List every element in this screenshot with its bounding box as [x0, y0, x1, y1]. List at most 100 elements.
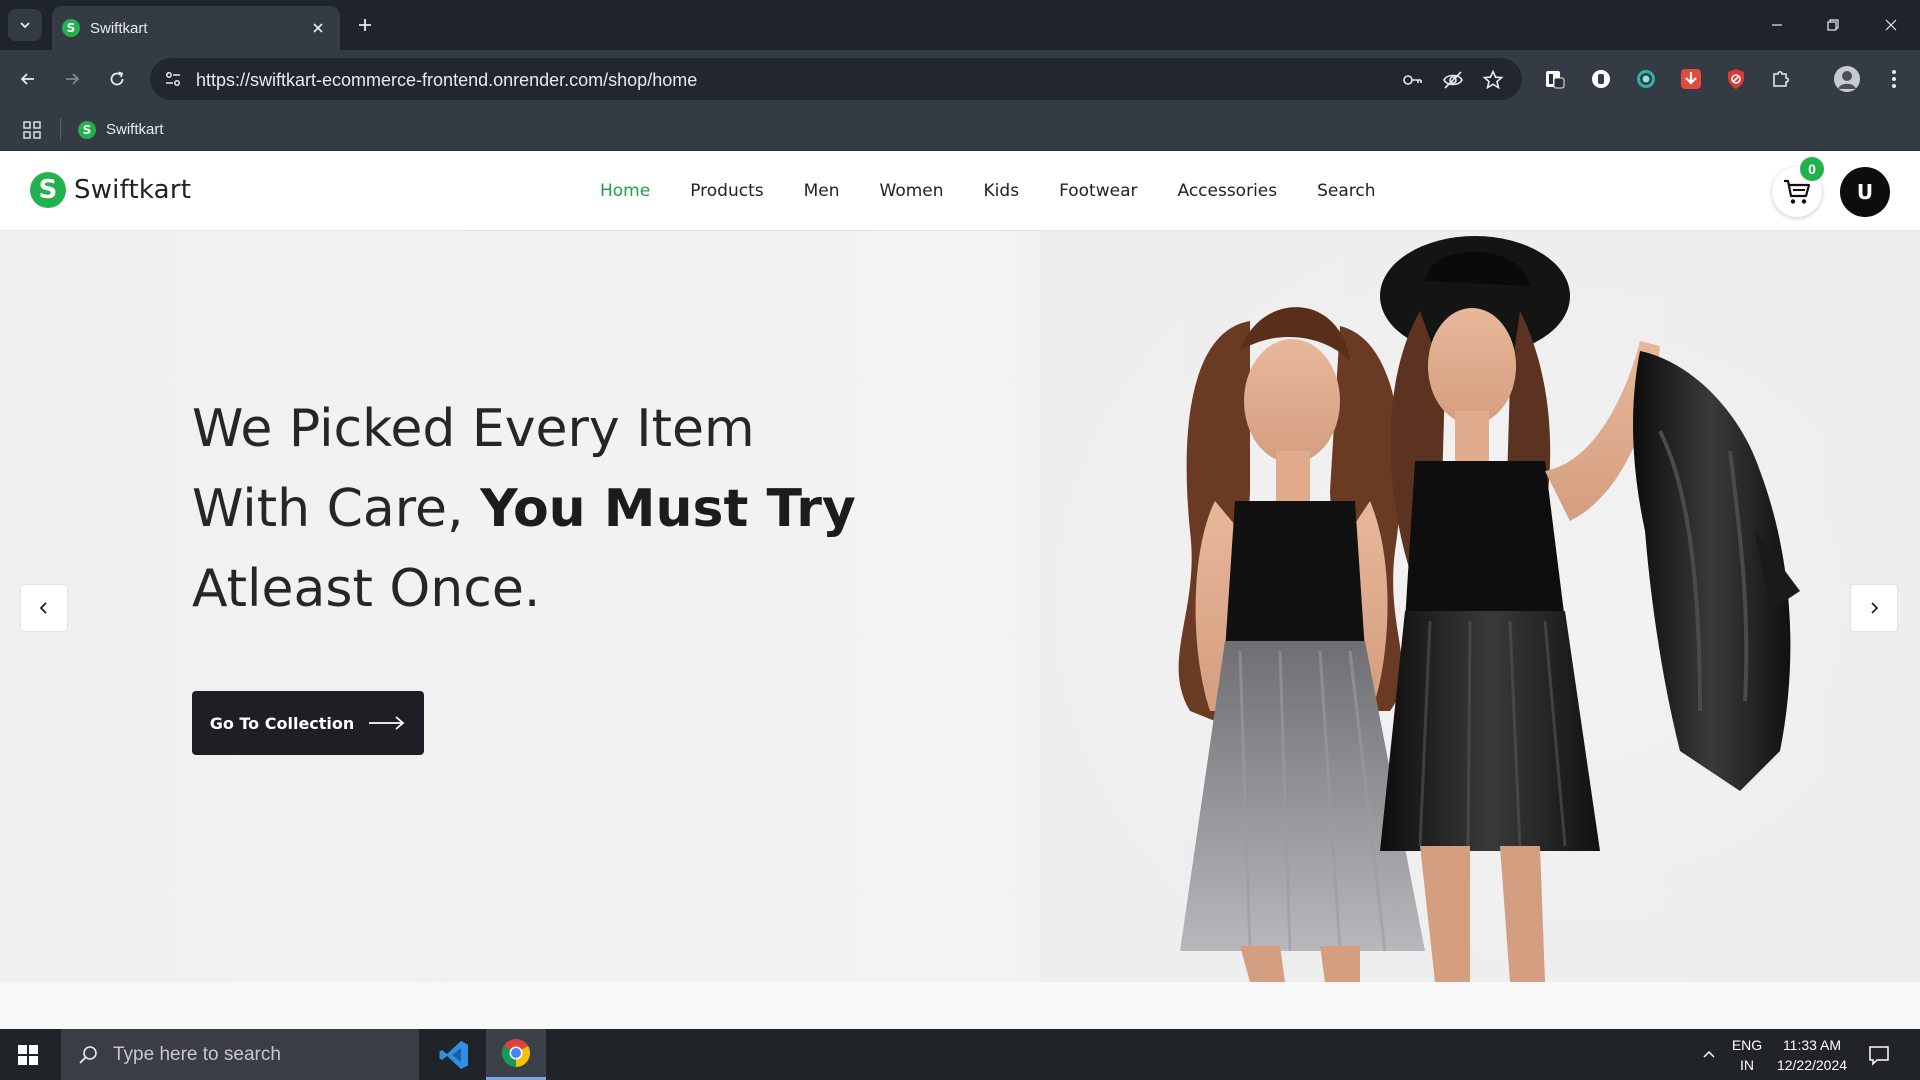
restore-icon [1827, 19, 1839, 31]
nav-link-home[interactable]: Home [600, 181, 650, 201]
reload-icon [110, 71, 124, 86]
close-window-button[interactable] [1878, 12, 1904, 38]
browser-tab-strip: S Swiftkart [0, 0, 1920, 50]
extension-3-button[interactable] [1632, 65, 1660, 93]
swiftkart-favicon: S [78, 120, 96, 139]
taskbar-app-chrome[interactable] [486, 1029, 546, 1080]
search-icon [75, 1042, 101, 1068]
key-icon [1403, 75, 1422, 85]
shield-block-icon [1728, 69, 1744, 89]
target-extension-icon [1637, 70, 1655, 88]
chevron-left-icon [39, 602, 47, 614]
nav-link-footwear[interactable]: Footwear [1059, 181, 1137, 201]
carousel-next-button[interactable] [1850, 584, 1898, 632]
extension-1-button[interactable] [1541, 65, 1569, 93]
hero-heading-line-2-bold: You Must Try [480, 479, 856, 539]
windows-taskbar: Type here to search ENG IN 11:33 AM 12/2… [0, 1029, 1920, 1080]
site-logo[interactable]: S Swiftkart [30, 172, 191, 208]
taskbar-search-placeholder: Type here to search [113, 1043, 281, 1065]
hero-heading-line-2-regular: With Care, [192, 479, 481, 539]
forward-button[interactable] [58, 65, 86, 93]
tracking-protection-button[interactable] [1440, 67, 1466, 93]
nav-link-search[interactable]: Search [1317, 181, 1375, 201]
long-arrow-right-icon [368, 715, 406, 731]
arrow-right-icon [66, 73, 80, 85]
hero-models-image [1040, 231, 1920, 982]
download-extension-icon [1681, 69, 1701, 89]
tune-icon [166, 72, 180, 86]
password-key-button[interactable] [1400, 67, 1426, 93]
clock-time: 11:33 AM [1782, 1037, 1842, 1053]
carousel-prev-button[interactable] [20, 584, 68, 632]
tab-title: Swiftkart [90, 19, 148, 37]
puzzle-icon [1773, 70, 1790, 87]
profile-button[interactable] [1833, 65, 1861, 93]
chevron-down-icon [20, 22, 30, 29]
hero-carousel: We Picked Every Item With Care, You Must… [0, 231, 1920, 982]
vscode-icon [439, 1040, 468, 1069]
chrome-icon [502, 1039, 530, 1067]
taskbar-app-vscode[interactable] [424, 1029, 484, 1080]
minimize-button[interactable] [1764, 12, 1790, 38]
reload-button[interactable] [103, 65, 131, 93]
circle-extension-icon [1592, 70, 1610, 88]
cart-count-badge: 0 [1800, 157, 1824, 181]
bookmark-star-button[interactable] [1480, 67, 1506, 93]
browser-toolbar: https://swiftkart-ecommerce-frontend.onr… [0, 50, 1920, 108]
web-page: S Swiftkart Home Products Men Women Kids… [0, 151, 1920, 1029]
hero-heading-line-3: Atleast Once. [192, 559, 541, 619]
input-language-indicator[interactable]: ENG IN [1730, 1035, 1764, 1075]
extension-adblock-button[interactable] [1722, 65, 1750, 93]
nav-link-women[interactable]: Women [880, 181, 944, 201]
tab-search-button[interactable] [8, 9, 42, 41]
tray-overflow-button[interactable] [1698, 1043, 1720, 1065]
nav-link-kids[interactable]: Kids [984, 181, 1020, 201]
apps-grid-icon [23, 121, 41, 139]
notification-icon [1869, 1046, 1889, 1066]
back-button[interactable] [14, 65, 42, 93]
nav-link-men[interactable]: Men [804, 181, 840, 201]
extension-download-button[interactable] [1677, 65, 1705, 93]
nav-link-accessories[interactable]: Accessories [1177, 181, 1277, 201]
tab-close-button[interactable] [308, 18, 328, 38]
hero-heading-line-2: With Care, You Must Try [192, 469, 912, 549]
apps-button[interactable] [20, 118, 44, 142]
nav-link-products[interactable]: Products [690, 181, 763, 201]
plus-icon [359, 19, 371, 31]
more-vert-icon [1892, 70, 1896, 88]
close-icon [1885, 19, 1897, 31]
start-button[interactable] [14, 1041, 42, 1069]
browser-tab[interactable]: S Swiftkart [52, 6, 340, 50]
close-icon [313, 23, 323, 33]
lang-region: IN [1740, 1057, 1754, 1073]
taskbar-search-box[interactable]: Type here to search [61, 1029, 419, 1080]
bookmarks-divider [60, 118, 61, 140]
arrow-left-icon [20, 73, 34, 85]
chevron-right-icon [1871, 602, 1879, 614]
clock-date: 12/22/2024 [1776, 1057, 1848, 1073]
hero-heading-line-1: We Picked Every Item [192, 399, 755, 459]
main-nav: Home Products Men Women Kids Footwear Ac… [600, 151, 1416, 231]
site-info-button[interactable] [160, 66, 186, 92]
minimize-icon [1772, 24, 1782, 26]
notifications-button[interactable] [1866, 1042, 1892, 1068]
url-text[interactable]: https://swiftkart-ecommerce-frontend.onr… [196, 70, 697, 91]
star-icon [1482, 69, 1504, 90]
hero-heading: We Picked Every Item With Care, You Must… [192, 389, 912, 629]
go-to-collection-button[interactable]: Go To Collection [192, 691, 424, 755]
system-clock[interactable]: 11:33 AM 12/22/2024 [1770, 1035, 1854, 1075]
restore-button[interactable] [1820, 12, 1846, 38]
swiftkart-favicon: S [62, 19, 80, 37]
profile-avatar-icon [1834, 66, 1860, 92]
user-avatar[interactable]: U [1840, 167, 1890, 217]
extension-tile-icon [1546, 71, 1565, 89]
new-tab-button[interactable] [352, 12, 378, 38]
extensions-menu-button[interactable] [1767, 65, 1795, 93]
eye-off-icon [1443, 71, 1463, 89]
logo-mark-icon: S [30, 172, 66, 208]
extension-2-button[interactable] [1587, 65, 1615, 93]
browser-menu-button[interactable] [1880, 65, 1908, 93]
address-bar[interactable]: https://swiftkart-ecommerce-frontend.onr… [150, 58, 1522, 100]
bookmark-swiftkart[interactable]: S Swiftkart [78, 116, 164, 143]
bookmarks-bar: S Swiftkart [0, 108, 1920, 151]
